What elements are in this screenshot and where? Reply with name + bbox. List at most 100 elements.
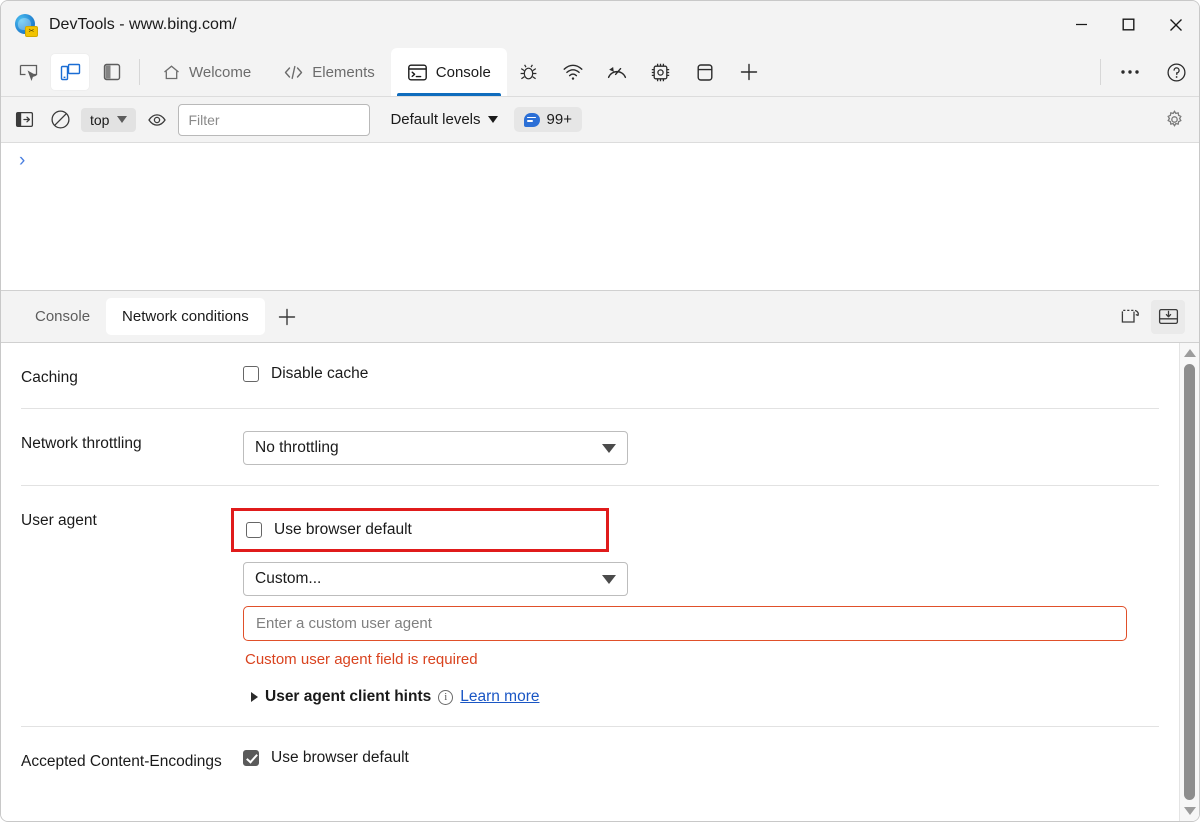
minimize-button[interactable] — [1058, 1, 1105, 48]
drawer-tab-label: Network conditions — [122, 308, 249, 325]
console-filter-bar: top Default levels 99+ — [1, 97, 1199, 143]
learn-more-link[interactable]: Learn more — [460, 688, 539, 706]
console-output-area[interactable]: › — [1, 143, 1199, 291]
edge-devtools-icon: ✂ — [15, 13, 38, 37]
tab-elements[interactable]: Elements — [267, 48, 391, 96]
inspect-element-icon[interactable] — [9, 54, 47, 90]
dock-side-icon[interactable] — [93, 54, 131, 90]
more-options-icon[interactable] — [1109, 54, 1151, 90]
drawer-add-tab-icon[interactable] — [265, 291, 309, 342]
memory-chip-icon[interactable] — [639, 48, 683, 96]
chevron-down-icon — [117, 116, 128, 123]
window-controls — [1058, 1, 1199, 48]
checkbox-box — [246, 522, 262, 538]
close-button[interactable] — [1152, 1, 1199, 48]
console-prompt-icon — [407, 63, 428, 82]
gear-icon[interactable] — [1159, 105, 1189, 135]
network-throttling-select[interactable]: No throttling — [243, 431, 628, 465]
application-database-icon[interactable] — [683, 48, 727, 96]
content-encodings-default-checkbox[interactable]: Use browser default — [243, 749, 1159, 767]
checkbox-box — [243, 750, 259, 766]
add-tab-plus-icon[interactable] — [727, 48, 771, 96]
issues-bubble-icon — [523, 112, 540, 127]
network-wifi-icon[interactable] — [551, 48, 595, 96]
row-label: User agent — [21, 512, 97, 529]
disable-cache-checkbox[interactable]: Disable cache — [243, 365, 1159, 383]
tab-label: Console — [435, 63, 491, 81]
row-label: Caching — [21, 369, 78, 386]
log-levels-select[interactable]: Default levels — [382, 107, 505, 132]
drawer-tab-network-conditions[interactable]: Network conditions — [106, 298, 265, 335]
chevron-down-icon — [602, 443, 616, 453]
drawer-tab-console[interactable]: Console — [19, 298, 106, 335]
window-title: DevTools - www.bing.com/ — [49, 15, 237, 33]
execution-context-value: top — [90, 111, 110, 128]
info-icon[interactable]: i — [438, 689, 454, 705]
toolbar-divider — [139, 59, 140, 85]
scrollbar-track[interactable] — [1180, 360, 1199, 804]
checkbox-label: Use browser default — [274, 521, 412, 538]
toolbar-divider-right — [1100, 59, 1101, 85]
client-hints-label: User agent client hints — [265, 688, 432, 705]
drawer-tab-label: Console — [35, 308, 91, 325]
row-control: Disable cache — [243, 365, 1159, 383]
dock-to-bottom-icon[interactable] — [1151, 299, 1185, 334]
select-value: Custom... — [255, 570, 322, 587]
panel-scroll-area: Caching Disable cache Network throttling… — [1, 343, 1179, 821]
user-agent-client-hints-section[interactable]: User agent client hints i Learn more — [243, 688, 1159, 706]
checkbox-box — [243, 366, 259, 382]
row-control: No throttling — [243, 431, 1159, 465]
console-prompt-chevron: › — [19, 150, 26, 171]
scroll-down-arrow[interactable] — [1183, 807, 1196, 815]
tab-console[interactable]: Console — [390, 48, 507, 96]
clear-console-icon[interactable] — [45, 105, 75, 135]
select-value: No throttling — [255, 439, 339, 456]
row-user-agent: User agent Use browser default Custom...… — [21, 486, 1159, 727]
maximize-button[interactable] — [1105, 1, 1152, 48]
drawer-tab-strip: Console Network conditions — [1, 291, 1199, 343]
code-brackets-icon — [283, 63, 304, 82]
performance-gauge-icon[interactable] — [595, 48, 639, 96]
scrollbar-thumb[interactable] — [1184, 364, 1195, 800]
help-icon[interactable] — [1155, 54, 1197, 90]
user-agent-default-highlight: Use browser default — [231, 508, 609, 552]
checkbox-label: Disable cache — [271, 365, 369, 382]
tab-label: Elements — [312, 63, 375, 81]
use-browser-default-checkbox[interactable]: Use browser default — [246, 521, 412, 539]
log-levels-label: Default levels — [390, 111, 481, 128]
disclosure-triangle-icon[interactable] — [251, 692, 258, 702]
user-agent-select[interactable]: Custom... — [243, 562, 628, 596]
row-network-throttling: Network throttling No throttling — [21, 409, 1159, 486]
row-label: Network throttling — [21, 435, 142, 452]
console-sidebar-icon[interactable] — [9, 105, 39, 135]
chevron-down-icon — [602, 574, 616, 584]
row-caching: Caching Disable cache — [21, 343, 1159, 409]
devtools-window: ✂ DevTools - www.bing.com/ Welcome Eleme… — [0, 0, 1200, 822]
live-expression-icon[interactable] — [142, 105, 172, 135]
execution-context-select[interactable]: top — [81, 107, 137, 132]
issues-count: 99+ — [546, 111, 572, 128]
issues-badge[interactable]: 99+ — [513, 107, 582, 132]
filter-input[interactable] — [178, 103, 371, 136]
row-accepted-content-encodings: Accepted Content-Encodings Use browser d… — [21, 727, 1159, 792]
row-control: Use browser default — [243, 749, 1159, 767]
scroll-up-arrow[interactable] — [1183, 349, 1196, 357]
checkbox-label: Use browser default — [271, 749, 409, 766]
chevron-down-icon — [487, 116, 498, 123]
user-agent-error-text: Custom user agent field is required — [245, 651, 478, 668]
restore-drawer-icon[interactable] — [1113, 300, 1147, 334]
tab-welcome[interactable]: Welcome — [146, 48, 267, 96]
row-label: Accepted Content-Encodings — [21, 753, 222, 770]
home-icon — [162, 63, 181, 82]
custom-user-agent-input[interactable] — [243, 606, 1127, 641]
toolbar-right-group — [1094, 48, 1199, 96]
network-conditions-panel: Caching Disable cache Network throttling… — [1, 343, 1199, 821]
drawer-right-icons — [1113, 291, 1199, 342]
row-control: Use browser default Custom... Custom use… — [231, 508, 1159, 706]
sources-bug-icon[interactable] — [507, 48, 551, 96]
main-tab-strip: Welcome Elements Console — [1, 48, 1199, 97]
panel-scrollbar[interactable] — [1179, 343, 1199, 821]
tab-label: Welcome — [189, 63, 252, 81]
title-bar: ✂ DevTools - www.bing.com/ — [1, 1, 1199, 48]
device-emulation-icon[interactable] — [51, 54, 89, 90]
